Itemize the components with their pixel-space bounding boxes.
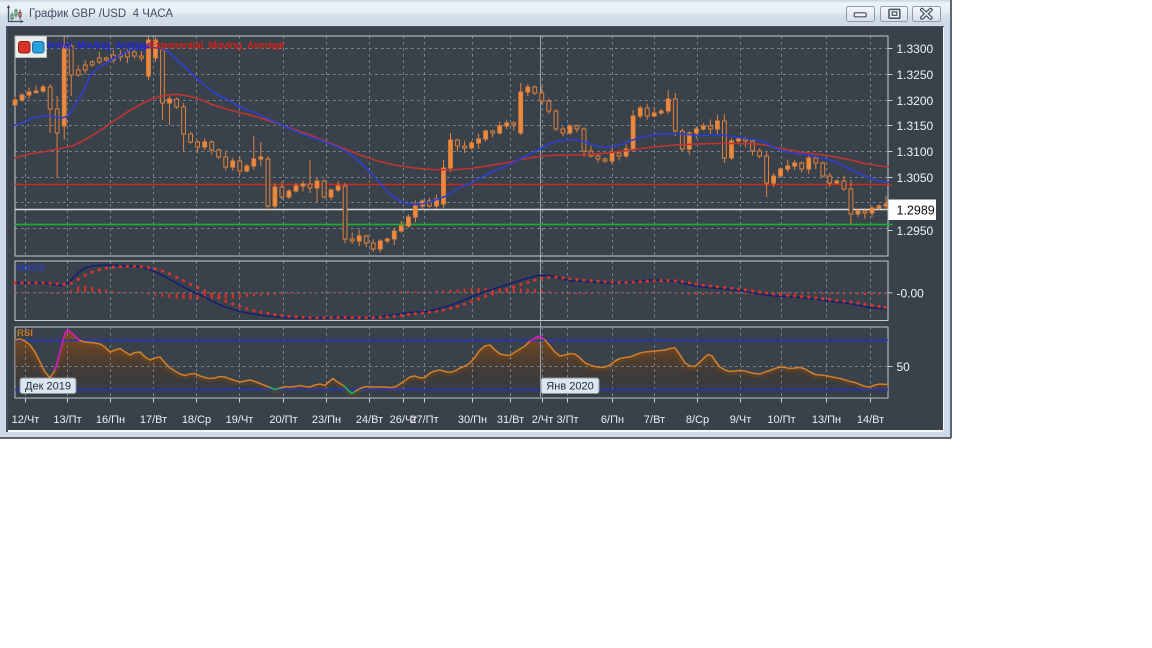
svg-text:31/Вт: 31/Вт [497, 414, 524, 426]
svg-text:10/Пт: 10/Пт [767, 414, 795, 426]
svg-text:1.3200: 1.3200 [897, 94, 934, 108]
svg-text:1.3100: 1.3100 [897, 145, 934, 159]
svg-text:12/Чт: 12/Чт [12, 414, 40, 426]
svg-text:1.3050: 1.3050 [897, 171, 934, 185]
svg-text:3/Пт: 3/Пт [556, 414, 578, 426]
svg-text:9/Чт: 9/Чт [730, 414, 752, 426]
svg-text:1.3150: 1.3150 [897, 119, 934, 133]
svg-text:16/Пн: 16/Пн [96, 414, 125, 426]
svg-text:18/Ср: 18/Ср [182, 414, 211, 426]
svg-text:8/Ср: 8/Ср [686, 414, 709, 426]
svg-text:13/Пн: 13/Пн [812, 414, 841, 426]
svg-text:1.3300: 1.3300 [897, 42, 934, 56]
svg-text:27/Пт: 27/Пт [410, 414, 438, 426]
svg-text:-Exponential_Moving_Average: -Exponential_Moving_Average [146, 41, 285, 52]
svg-text:ential_Moving_Average: ential_Moving_Average [47, 41, 153, 52]
svg-text:1.2950: 1.2950 [897, 224, 934, 238]
svg-text:-0.00: -0.00 [897, 287, 925, 301]
svg-text:14/Вт: 14/Вт [857, 414, 884, 426]
svg-text:1.2989: 1.2989 [897, 203, 935, 217]
svg-text:17/Вт: 17/Вт [140, 414, 167, 426]
svg-text:1.3250: 1.3250 [897, 68, 934, 82]
svg-text:30/Пн: 30/Пн [458, 414, 487, 426]
svg-text:19/Чт: 19/Чт [226, 414, 254, 426]
svg-text:2/Чт: 2/Чт [532, 414, 554, 426]
svg-text:MACD: MACD [17, 263, 46, 274]
svg-text:20/Пт: 20/Пт [269, 414, 297, 426]
svg-text:24/Вт: 24/Вт [356, 414, 383, 426]
svg-text:Дек 2019: Дек 2019 [25, 381, 71, 393]
svg-text:23/Пн: 23/Пн [312, 414, 341, 426]
svg-text:6/Пн: 6/Пн [601, 414, 624, 426]
svg-text:13/Пт: 13/Пт [53, 414, 81, 426]
svg-text:7/Вт: 7/Вт [644, 414, 665, 426]
svg-text:Янв 2020: Янв 2020 [546, 381, 593, 393]
svg-text:50: 50 [897, 360, 911, 374]
svg-text:RSI: RSI [17, 328, 33, 339]
